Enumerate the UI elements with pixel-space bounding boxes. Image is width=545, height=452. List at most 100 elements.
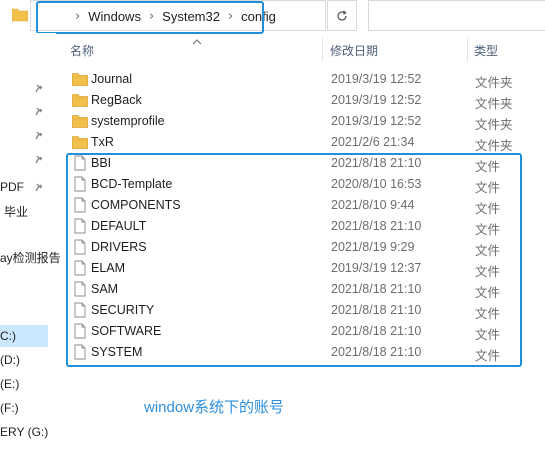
file-row[interactable]: RegBack 2019/3/19 12:52 文件夹 [60, 90, 545, 111]
column-modified[interactable]: 修改日期 [330, 42, 378, 59]
chevron-right-icon[interactable]: › [75, 9, 80, 24]
file-icon [72, 197, 88, 213]
file-modified-date: 2019/3/19 12:37 [331, 261, 422, 275]
folder-icon [72, 113, 88, 129]
nav-item-drive-e[interactable]: (E:) [0, 373, 52, 395]
chevron-right-icon[interactable]: › [149, 9, 154, 24]
file-icon [72, 260, 88, 276]
file-row[interactable]: SYSTEM 2021/8/18 21:10 文件 [60, 342, 545, 363]
folder-icon [11, 8, 29, 25]
breadcrumb: › Windows › System32 › config [67, 1, 276, 32]
file-type: 文件 [475, 328, 501, 342]
address-bar[interactable]: › Windows › System32 › config [30, 0, 344, 32]
column-name[interactable]: 名称 [70, 42, 94, 59]
file-modified-date: 2021/8/18 21:10 [331, 282, 422, 296]
file-modified-date: 2021/8/18 21:10 [331, 219, 422, 233]
file-modified-date: 2021/8/10 9:44 [331, 198, 415, 212]
column-header-row: 名称 修改日期 类型 [60, 38, 545, 62]
nav-item-drive-d[interactable]: (D:) [0, 349, 52, 371]
file-icon [72, 323, 88, 339]
file-icon [72, 281, 88, 297]
refresh-button[interactable] [327, 0, 357, 31]
nav-item-graduation[interactable]: 毕业 [0, 199, 52, 221]
breadcrumb-windows[interactable]: Windows [88, 9, 141, 24]
column-divider[interactable] [322, 38, 323, 62]
file-row[interactable]: BBI 2021/8/18 21:10 文件 [60, 153, 545, 174]
file-name: SYSTEM [91, 345, 143, 359]
column-type[interactable]: 类型 [474, 42, 498, 59]
file-type: 文件夹 [475, 118, 513, 132]
column-divider[interactable] [467, 38, 468, 62]
file-name: systemprofile [91, 114, 165, 128]
sort-up-icon [192, 34, 202, 48]
file-icon [72, 218, 88, 234]
file-name: TxR [91, 135, 114, 149]
nav-item-drive-c[interactable]: C:) [0, 325, 48, 347]
breadcrumb-system32[interactable]: System32 [162, 9, 220, 24]
file-row[interactable]: COMPONENTS 2021/8/10 9:44 文件 [60, 195, 545, 216]
file-type: 文件夹 [475, 97, 513, 111]
file-icon [72, 155, 88, 171]
file-name: COMPONENTS [91, 198, 181, 212]
file-icon [72, 176, 88, 192]
file-list: Journal 2019/3/19 12:52 文件夹 RegBack 2019/3/1… [60, 69, 545, 363]
pin-icon[interactable] [34, 182, 44, 196]
file-type: 文件 [475, 202, 501, 216]
file-modified-date: 2021/8/18 21:10 [331, 303, 422, 317]
nav-item-pdf[interactable]: PDF [0, 176, 52, 198]
refresh-icon [337, 9, 347, 21]
pin-icon[interactable] [34, 130, 44, 144]
file-name: DEFAULT [91, 219, 147, 233]
file-row[interactable]: SECURITY 2021/8/18 21:10 文件 [60, 300, 545, 321]
file-type: 文件 [475, 223, 501, 237]
file-modified-date: 2019/3/19 12:52 [331, 93, 422, 107]
nav-item-drive-f[interactable]: (F:) [0, 397, 52, 419]
file-row[interactable]: BCD-Template 2020/8/10 16:53 文件 [60, 174, 545, 195]
breadcrumb-config[interactable]: config [241, 9, 276, 24]
chevron-right-icon[interactable]: › [228, 9, 233, 24]
nav-item-report[interactable]: ay检测报告 [0, 245, 61, 267]
search-input[interactable] [368, 0, 545, 31]
nav-item-drive-g[interactable]: ERY (G:) [0, 421, 52, 443]
file-icon [72, 239, 88, 255]
navigation-pane: PDF 毕业 ay检测报告 C:) (D:) (E:) (F:) ERY (G:… [0, 33, 61, 452]
file-name: ELAM [91, 261, 126, 275]
file-modified-date: 2021/8/18 21:10 [331, 324, 422, 338]
file-name: BBI [91, 156, 112, 170]
file-modified-date: 2020/8/10 16:53 [331, 177, 422, 191]
file-modified-date: 2021/8/18 21:10 [331, 156, 422, 170]
pin-icon[interactable] [34, 106, 44, 120]
file-modified-date: 2021/8/19 9:29 [331, 240, 415, 254]
pin-icon[interactable] [34, 83, 44, 97]
address-toolbar: › Windows › System32 › config [0, 0, 545, 32]
file-type: 文件 [475, 181, 501, 195]
file-type: 文件 [475, 286, 501, 300]
file-name: BCD-Template [91, 177, 173, 191]
file-row[interactable]: systemprofile 2019/3/19 12:52 文件夹 [60, 111, 545, 132]
file-name: SECURITY [91, 303, 155, 317]
file-modified-date: 2021/8/18 21:10 [331, 345, 422, 359]
file-type: 文件夹 [475, 76, 513, 90]
file-type: 文件 [475, 307, 501, 321]
file-row[interactable]: TxR 2021/2/6 21:34 文件夹 [60, 132, 545, 153]
file-name: Journal [91, 72, 132, 86]
file-icon [72, 344, 88, 360]
file-icon [72, 302, 88, 318]
file-type: 文件 [475, 244, 501, 258]
folder-icon [72, 92, 88, 108]
file-row[interactable]: SOFTWARE 2021/8/18 21:10 文件 [60, 321, 545, 342]
file-row[interactable]: DEFAULT 2021/8/18 21:10 文件 [60, 216, 545, 237]
file-row[interactable]: Journal 2019/3/19 12:52 文件夹 [60, 69, 545, 90]
pin-icon[interactable] [34, 154, 44, 168]
file-type: 文件 [475, 160, 501, 174]
folder-icon [72, 71, 88, 87]
file-row[interactable]: DRIVERS 2021/8/19 9:29 文件 [60, 237, 545, 258]
file-name: SOFTWARE [91, 324, 162, 338]
file-modified-date: 2021/2/6 21:34 [331, 135, 415, 149]
file-row[interactable]: SAM 2021/8/18 21:10 文件 [60, 279, 545, 300]
file-modified-date: 2019/3/19 12:52 [331, 114, 422, 128]
file-type: 文件 [475, 265, 501, 279]
file-row[interactable]: ELAM 2019/3/19 12:37 文件 [60, 258, 545, 279]
file-modified-date: 2019/3/19 12:52 [331, 72, 422, 86]
file-name: SAM [91, 282, 119, 296]
